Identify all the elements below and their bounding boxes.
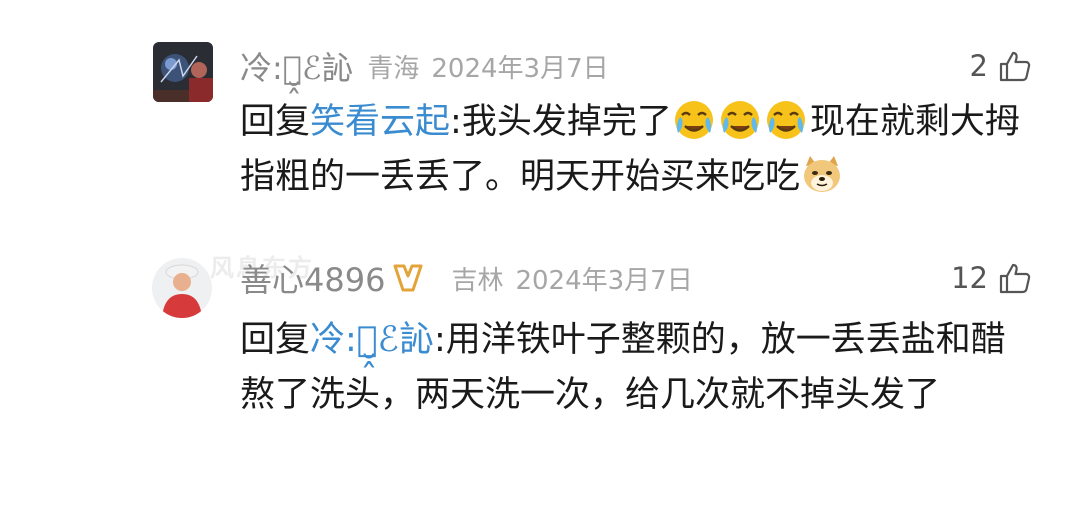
crying-face-emoji-icon <box>766 101 805 139</box>
verified-badge-icon <box>391 263 425 293</box>
comment-text-part: :我头发掉完了 <box>450 102 672 142</box>
crying-face-emoji-icon <box>720 101 759 139</box>
thumbs-up-icon <box>999 263 1031 294</box>
mention-link[interactable]: 冷:ｃ̮̭ℰ訫 <box>310 320 434 360</box>
location-label: 青海 <box>367 53 420 84</box>
reply-prefix: 回复 <box>240 102 311 142</box>
timestamp: 2024年3月7日 <box>431 53 609 84</box>
mention-link[interactable]: 笑看云起 <box>310 102 450 142</box>
location-label: 吉林 <box>451 265 504 296</box>
like-count: 12 <box>951 261 988 295</box>
comment-text: 回复笑看云起:我头发掉完了 现在就剩大拇指粗的一丢丢了。明天开始买来吃吃 <box>240 95 1040 205</box>
doge-emoji-icon <box>804 156 841 192</box>
comment-meta: 冷:ｃ̮̭ℰ訫 青海 2024年3月7日 <box>240 44 609 88</box>
avatar[interactable] <box>152 258 212 318</box>
comment-meta: 善心4896 吉林 2024年3月7日 <box>240 256 693 300</box>
comment-item: 冷:ｃ̮̭ℰ訫 青海 2024年3月7日 2 回复笑看云起:我头发掉完了 现在就… <box>0 0 1080 230</box>
like-button[interactable]: 12 <box>951 256 1032 300</box>
reply-prefix: 回复 <box>240 320 311 360</box>
username[interactable]: 冷:ｃ̮̭ℰ訫 <box>240 43 353 89</box>
comment-text: 回复冷:ｃ̮̭ℰ訫:用洋铁叶子整颗的，放一丢丢盐和醋熬了洗头，两天洗一次，给几次… <box>240 313 1040 423</box>
like-button[interactable]: 2 <box>970 44 1032 88</box>
timestamp: 2024年3月7日 <box>515 265 693 296</box>
avatar[interactable] <box>153 42 213 102</box>
comment-item: 善心4896 吉林 2024年3月7日 12 回复冷:ｃ̮̭ℰ訫:用洋铁叶子整颗… <box>0 230 1080 510</box>
thumbs-up-icon <box>999 51 1031 82</box>
username[interactable]: 善心4896 <box>240 255 385 301</box>
like-count: 2 <box>969 49 988 83</box>
crying-face-emoji-icon <box>674 101 713 139</box>
